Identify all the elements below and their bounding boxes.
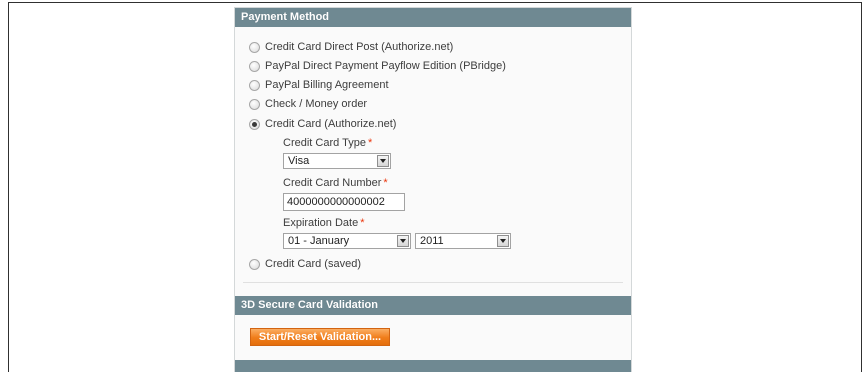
radio-checked-icon[interactable] [249,118,260,130]
checkout-panel: Payment Method Credit Card Direct Post (… [234,7,632,372]
required-mark: * [383,177,388,189]
radio-icon[interactable] [249,41,260,53]
method-label: Check / Money order [265,98,368,110]
method-authorize-direct-post[interactable]: Credit Card Direct Post (Authorize.net) [249,39,453,55]
exp-year-select[interactable]: 2011 [415,233,511,249]
method-credit-card-authorize[interactable]: Credit Card (Authorize.net) [249,116,396,132]
chevron-down-icon[interactable] [497,235,509,247]
method-credit-card-saved[interactable]: Credit Card (saved) [249,256,361,272]
card-number-label: Credit Card Number * [283,177,388,189]
bottom-bar [235,360,631,372]
method-label: Credit Card (Authorize.net) [265,118,397,130]
start-reset-validation-button[interactable]: Start/Reset Validation... [250,328,390,346]
required-mark: * [360,217,365,229]
radio-icon[interactable] [249,60,260,72]
radio-icon[interactable] [249,79,260,91]
card-type-label: Credit Card Type * [283,137,373,149]
chevron-down-icon[interactable] [397,235,409,247]
payment-method-header: Payment Method [235,8,631,27]
radio-icon[interactable] [249,98,260,110]
exp-month-select[interactable]: 01 - January [283,233,411,249]
method-check-money-order[interactable]: Check / Money order [249,96,367,112]
radio-icon[interactable] [249,258,260,270]
method-label: PayPal Direct Payment Payflow Edition (P… [265,60,506,72]
card-number-input[interactable]: 4000000000000002 [283,193,405,211]
section-divider [243,282,623,283]
method-label: Credit Card (saved) [265,258,361,270]
method-label: PayPal Billing Agreement [265,79,389,91]
method-label: Credit Card Direct Post (Authorize.net) [265,41,454,53]
method-paypal-billing[interactable]: PayPal Billing Agreement [249,77,389,93]
chevron-down-icon[interactable] [377,155,389,167]
required-mark: * [367,137,373,149]
expiration-label: Expiration Date * [283,217,365,229]
card-type-select[interactable]: Visa [283,153,391,169]
secure-validation-header: 3D Secure Card Validation [235,296,631,315]
method-paypal-payflow[interactable]: PayPal Direct Payment Payflow Edition (P… [249,58,506,74]
